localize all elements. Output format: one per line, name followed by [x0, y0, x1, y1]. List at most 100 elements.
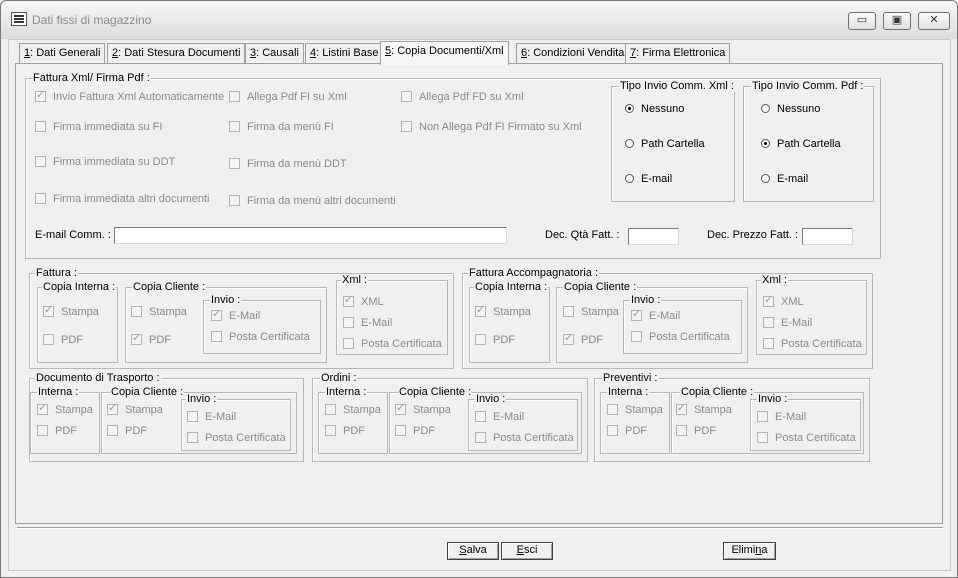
elimina-button[interactable]: Elimina [723, 542, 776, 560]
cb-ordini-cliente-pdf[interactable]: PDF [395, 425, 435, 438]
cb-facc-xml[interactable]: XML [763, 294, 804, 309]
cb-invio-fattura-xml[interactable]: Invio Fattura Xml Automaticamente [35, 89, 224, 104]
checkbox-icon [763, 294, 774, 307]
group-legend: Fattura : [35, 267, 78, 279]
cb-firma-immediata-fi[interactable]: Firma immediata su FI [35, 121, 162, 134]
radio-xml-email[interactable]: E-mail [625, 173, 672, 186]
cb-non-allega-pdf[interactable]: Non Allega Pdf FI Firmato su Xml [401, 121, 582, 134]
checkbox-icon [211, 308, 222, 321]
cb-fattura-xml[interactable]: XML [343, 294, 384, 309]
cb-fattura-invio-posta[interactable]: Posta Certificata [211, 331, 310, 344]
cb-fattura-cliente-pdf[interactable]: PDF [131, 332, 171, 347]
radio-xml-nessuno[interactable]: Nessuno [625, 103, 684, 116]
cb-facc-interna-pdf[interactable]: PDF [475, 334, 515, 347]
cb-ordini-invio-email[interactable]: E-Mail [475, 411, 524, 424]
group-legend: Invio : [475, 393, 507, 405]
group-legend: Invio : [186, 393, 218, 405]
checkbox-icon [37, 425, 48, 436]
cb-facc-invio-email[interactable]: E-Mail [631, 308, 680, 323]
cb-firma-menu-ddt[interactable]: Firma da menù DDT [229, 158, 347, 171]
checkbox-icon [187, 432, 198, 443]
dec-qta-input[interactable] [628, 228, 679, 245]
dec-prezzo-input[interactable] [802, 228, 853, 245]
close-button[interactable]: ✕ [918, 12, 950, 30]
tab-condizioni-vendita[interactable]: 6: Condizioni Vendita [516, 43, 630, 63]
cb-ordini-invio-posta[interactable]: Posta Certificata [475, 432, 574, 445]
cb-fattura-xml-posta[interactable]: Posta Certificata [343, 338, 442, 351]
group-legend: Copia Interna : [42, 281, 117, 293]
cb-fattura-xml-email[interactable]: E-Mail [343, 317, 392, 330]
cb-facc-cliente-stampa[interactable]: Stampa [563, 306, 619, 319]
esci-button[interactable]: Esci [501, 542, 553, 560]
cb-preventivi-cliente-stampa[interactable]: Stampa [676, 402, 732, 417]
cb-preventivi-invio-posta[interactable]: Posta Certificata [757, 432, 856, 445]
cb-firma-menu-altri[interactable]: Firma da menù altri documenti [229, 195, 396, 208]
checkbox-icon [229, 121, 240, 132]
cb-facc-xml-email[interactable]: E-Mail [763, 317, 812, 330]
cb-ddt-interna-pdf[interactable]: PDF [37, 425, 77, 438]
checkbox-icon [607, 404, 618, 415]
group-legend: Copia Cliente : [132, 281, 207, 293]
cb-ddt-cliente-pdf[interactable]: PDF [107, 425, 147, 438]
group-legend: Fattura Xml/ Firma Pdf : [32, 72, 151, 84]
group-legend: Copia Cliente : [398, 386, 473, 398]
cb-facc-xml-posta[interactable]: Posta Certificata [763, 338, 862, 351]
checkbox-icon [676, 402, 687, 415]
cb-ordini-cliente-stampa[interactable]: Stampa [395, 402, 451, 417]
checkbox-icon [763, 338, 774, 349]
tab-firma-elettronica[interactable]: 7: Firma Elettronica [625, 43, 731, 63]
checkbox-icon [107, 402, 118, 415]
cb-preventivi-interna-stampa[interactable]: Stampa [607, 404, 663, 417]
checkbox-icon [757, 432, 768, 443]
checkbox-icon [607, 425, 618, 436]
checkbox-icon [343, 294, 354, 307]
cb-ordini-interna-stampa[interactable]: Stampa [325, 404, 381, 417]
cb-allega-pdf-fi[interactable]: Allega Pdf FI su Xml [229, 91, 347, 104]
cb-ordini-interna-pdf[interactable]: PDF [325, 425, 365, 438]
checkbox-icon [757, 411, 768, 422]
maximize-button[interactable]: ▣ [883, 12, 911, 30]
checkbox-icon [343, 338, 354, 349]
group-legend: Fattura Accompagnatoria : [468, 267, 600, 279]
cb-facc-invio-posta[interactable]: Posta Certificata [631, 331, 730, 344]
cb-firma-immediata-altri[interactable]: Firma immediata altri documenti [35, 193, 210, 206]
checkbox-icon [35, 121, 46, 132]
group-legend: Copia Cliente : [563, 281, 638, 293]
cb-preventivi-cliente-pdf[interactable]: PDF [676, 425, 716, 438]
group-legend: Invio : [757, 393, 789, 405]
radio-pdf-email[interactable]: E-mail [761, 173, 808, 186]
email-comm-input[interactable] [114, 227, 507, 244]
cb-firma-menu-fi[interactable]: Firma da menù FI [229, 121, 334, 134]
checkbox-icon [107, 425, 118, 436]
checkbox-icon [395, 402, 406, 415]
ordini-interna-group: Interna : [318, 386, 388, 454]
salva-button[interactable]: Salva [447, 542, 499, 560]
cb-fattura-invio-email[interactable]: E-Mail [211, 308, 260, 323]
cb-facc-interna-stampa[interactable]: Stampa [475, 304, 531, 319]
tab-copia-documenti[interactable]: 5: Copia Documenti/Xml [380, 41, 509, 65]
group-legend: Xml : [341, 274, 369, 286]
cb-preventivi-interna-pdf[interactable]: PDF [607, 425, 647, 438]
cb-firma-immediata-ddt[interactable]: Firma immediata su DDT [35, 156, 175, 169]
cb-preventivi-invio-email[interactable]: E-Mail [757, 411, 806, 424]
cb-facc-cliente-pdf[interactable]: PDF [563, 332, 603, 347]
minimize-button[interactable]: ▭ [848, 12, 876, 30]
dec-prezzo-label: Dec. Prezzo Fatt. : [707, 229, 799, 241]
tab-causali[interactable]: 3: Causali [245, 43, 304, 63]
tab-dati-generali[interactable]: 1: Dati Generali [19, 43, 106, 63]
tab-listini-base[interactable]: 4: Listini Base [305, 43, 384, 63]
cb-ddt-invio-posta[interactable]: Posta Certificata [187, 432, 286, 445]
radio-pdf-nessuno[interactable]: Nessuno [761, 103, 820, 116]
cb-fattura-interna-pdf[interactable]: PDF [43, 334, 83, 347]
tab-dati-stesura[interactable]: 2: Dati Stesura Documenti [107, 43, 246, 63]
radio-pdf-path[interactable]: Path Cartella [761, 138, 841, 151]
cb-fattura-interna-stampa[interactable]: Stampa [43, 304, 99, 319]
cb-ddt-interna-stampa[interactable]: Stampa [37, 402, 93, 417]
cb-fattura-cliente-stampa[interactable]: Stampa [131, 306, 187, 319]
radio-xml-path[interactable]: Path Cartella [625, 138, 705, 151]
cb-allega-pdf-fd[interactable]: Allega Pdf FD su Xml [401, 91, 524, 104]
preventivi-interna-group: Interna : [600, 386, 670, 454]
app-icon [11, 12, 27, 26]
cb-ddt-cliente-stampa[interactable]: Stampa [107, 402, 163, 417]
cb-ddt-invio-email[interactable]: E-Mail [187, 411, 236, 424]
